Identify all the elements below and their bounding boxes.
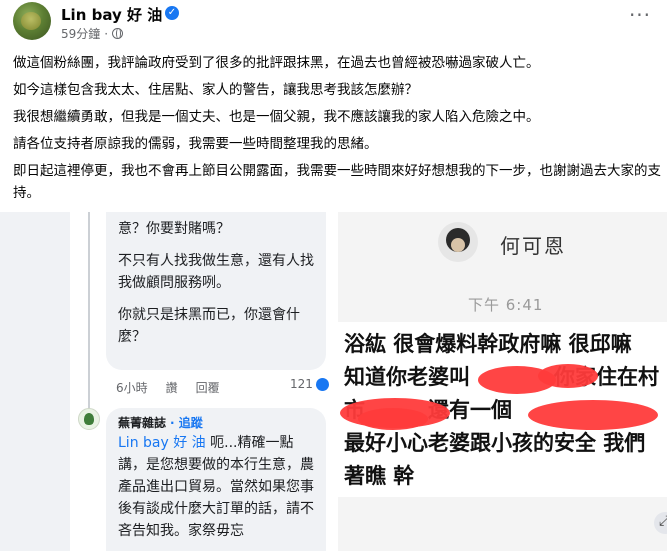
follow-link: · 追蹤 [170,416,203,430]
message-screenshot: 何可恩 下午 6:41 浴紘 很會爆料幹政府嘛 很邱嘛 知道你老婆叫 你家住在村… [338,212,667,551]
post-meta: 59分鐘 · [61,25,124,42]
comment-bubble: 蕪菁雜誌 · 追蹤 Lin bay 好 油 呃...精確一點講，是您想要做的本行生… [106,408,326,551]
commenter-name: 蕪菁雜誌 [118,416,167,430]
reaction-count: 121 [290,377,329,391]
post-paragraph: 我很想繼續勇敢，但我是一個丈夫、也是一個父親，我不應該讓我的家人陷入危險之中。 [13,109,540,125]
post-paragraph: 如今這樣包含我太太、住居點、家人的警告，讓我思考我該怎麼辦？ [13,82,418,98]
page-avatar[interactable] [13,2,51,40]
mention-tag: Lin bay 好 油 [118,435,206,451]
message-line: 最好小心老婆跟小孩的安全 我們 [344,431,646,455]
post-paragraph: 即日起這裡停更，我也不會再上節目公開露面，我需要一些時間來好好想想我的下一步，也… [13,163,661,201]
comment-time: 6小時 [116,381,148,395]
post-paragraph: 做這個粉絲團，我評論政府受到了很多的批評跟抹黑，在過去也曾經被恐嚇過家破人亡。 [13,55,540,71]
comment-actions: 6小時 讚 回覆 [116,379,220,396]
sender-name: 何可恩 [500,234,566,258]
comment-reply-link: 回覆 [195,381,220,395]
message-line: 著瞧 幹 [344,464,415,488]
redaction-mark [528,400,658,430]
redaction-mark [538,364,598,388]
comment-text: 不只有人找我做生意，還有人找我做顧問服務咧。 [118,253,314,291]
verified-badge-icon: ✓ [165,6,179,20]
commenter-name-row: 蕪菁雜誌 · 追蹤 [118,414,314,432]
commenter-avatar [78,408,100,430]
post-header: Lin bay 好 油 ✓ 59分鐘 · ··· [0,0,667,44]
comment-bubble: 意？你要對賭嗎？ 不只有人找我做生意，還有人找我做顧問服務咧。 你就只是抹黑而已… [106,212,326,370]
more-options-button[interactable]: ··· [625,5,655,30]
expand-icon[interactable] [654,512,667,534]
page-name[interactable]: Lin bay 好 油 [61,4,162,25]
comment-text: Lin bay 好 油 呃...精確一點講，是您想要做的本行生意，農產品進出口貿… [118,435,314,539]
message-line: 浴紘 很會爆料幹政府嘛 很邱嘛 [344,332,632,356]
message-bubble: 浴紘 很會爆料幹政府嘛 很邱嘛 知道你老婆叫 你家住在村 市 還有一個 最好小心… [338,322,667,497]
post-text: 做這個粉絲團，我評論政府受到了很多的批評跟抹黑，在過去也曾經被恐嚇過家破人亡。 … [13,52,663,209]
post-time[interactable]: 59分鐘 [61,25,100,42]
comment-screenshot: 意？你要對賭嗎？ 不只有人找我做生意，還有人找我做顧問服務咧。 你就只是抹黑而已… [70,212,338,551]
comment-text: 你就只是抹黑而已，你還會什麼？ [118,307,300,345]
globe-icon [112,28,124,39]
redaction-mark [358,408,428,430]
message-time: 下午 6:41 [468,296,544,314]
post-paragraph: 請各位支持者原諒我的儒弱，我需要一些時間整理我的思緒。 [13,136,378,152]
post-photo[interactable]: 意？你要對賭嗎？ 不只有人找我做生意，還有人找我做顧問服務咧。 你就只是抹黑而已… [0,212,667,551]
comment-text: 意？你要對賭嗎？ [118,221,230,237]
comment-like-link: 讚 [165,381,178,395]
like-reaction-icon [315,377,329,391]
sender-avatar [438,222,478,262]
thread-line [88,212,90,412]
